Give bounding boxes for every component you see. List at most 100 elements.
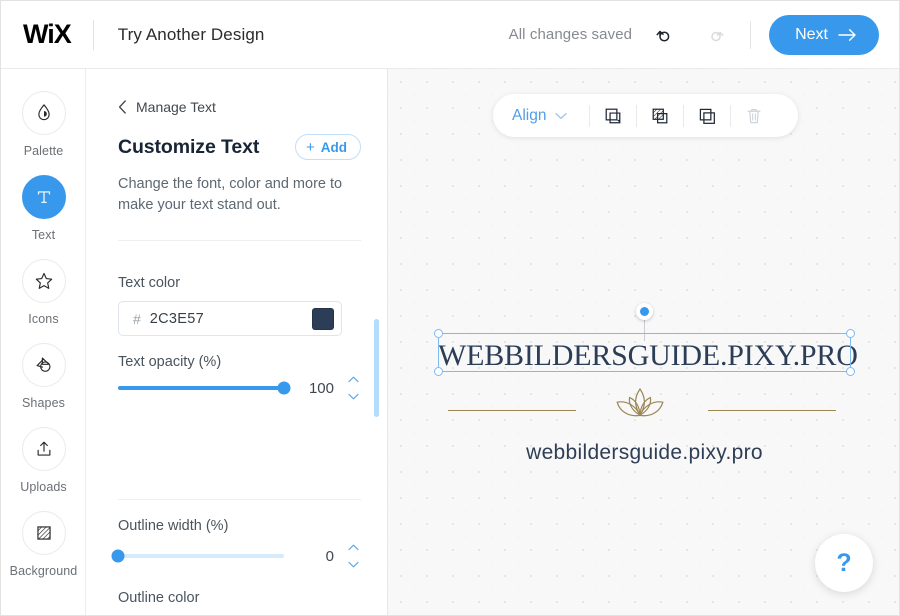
copy-layer-button[interactable] [684, 94, 730, 137]
hatch-square-icon [36, 526, 51, 540]
sidebar-label-palette: Palette [23, 144, 64, 158]
text-color-input[interactable]: # 2C3E57 [118, 301, 342, 336]
text-opacity-label: Text opacity (%) [118, 354, 222, 370]
text-opacity-fill [118, 386, 284, 390]
logo-canvas[interactable]: Align WEBBILDERSGUIDE.PIXY.PRO webbilder… [388, 69, 899, 615]
sidebar-label-uploads: Uploads [20, 480, 67, 494]
redo-button [698, 18, 732, 52]
delete-button[interactable] [731, 94, 777, 137]
sidebar-item-text[interactable]: Text [1, 175, 86, 249]
text-opacity-value: 100 [308, 379, 334, 397]
trash-icon [747, 108, 761, 123]
palette-circle [21, 91, 66, 135]
outline-color-label: Outline color [118, 590, 200, 606]
canvas-toolbar: Align [493, 94, 798, 137]
help-button[interactable]: ? [815, 534, 873, 592]
star-icon [35, 272, 52, 289]
customize-text-panel: Manage Text Customize Text + Add Change … [87, 69, 388, 615]
save-status: All changes saved [508, 26, 633, 43]
back-to-manage-text[interactable]: Manage Text [118, 99, 387, 115]
outline-width-value: 0 [325, 547, 334, 565]
panel-scrollbar[interactable] [374, 319, 379, 417]
logo-artwork: WEBBILDERSGUIDE.PIXY.PRO webbildersguide… [388, 69, 899, 615]
outline-width-knob[interactable] [111, 549, 125, 563]
sidebar-item-uploads[interactable]: Uploads [1, 427, 86, 501]
lotus-icon[interactable] [610, 386, 670, 434]
duplicate-button[interactable] [590, 94, 636, 137]
chevron-down-icon [347, 393, 359, 400]
mask-button[interactable] [637, 94, 683, 137]
next-button-label: Next [795, 25, 828, 43]
arrow-right-icon [838, 28, 856, 41]
sidebar-item-background[interactable]: Background [1, 511, 86, 585]
outline-width-slider-row: 0 [111, 544, 361, 568]
chevron-down-icon [555, 112, 568, 119]
undo-button[interactable] [648, 18, 682, 52]
outline-width-slider[interactable] [111, 549, 284, 563]
sidebar-item-shapes[interactable]: Shapes [1, 343, 86, 417]
background-circle [21, 511, 66, 555]
text-t-icon [37, 191, 50, 203]
divider-right [708, 410, 836, 412]
upload-icon [37, 441, 50, 456]
chevron-left-icon [118, 100, 126, 114]
panel-description: Change the font, color and more to make … [118, 176, 343, 213]
chevron-up-icon [347, 544, 359, 551]
header-divider [92, 19, 94, 50]
header-actions: All changes saved Next [508, 1, 899, 68]
sidebar-label-icons: Icons [28, 312, 59, 326]
text-opacity-slider-row: 100 [118, 376, 361, 400]
resize-handle-top-right[interactable] [846, 329, 855, 338]
text-color-value: 2C3E57 [149, 310, 204, 327]
add-button-label: Add [320, 139, 347, 155]
resize-handle-top-left[interactable] [434, 329, 443, 338]
text-opacity-knob[interactable] [277, 381, 291, 395]
selection-box[interactable] [434, 329, 855, 376]
text-color-label: Text color [118, 275, 181, 291]
back-label: Manage Text [136, 99, 216, 115]
panel-divider-2 [118, 499, 361, 500]
outline-width-stepper[interactable] [346, 544, 360, 568]
header-separator [750, 20, 752, 49]
next-button[interactable]: Next [769, 14, 879, 55]
panel-title: Customize Text [118, 135, 260, 158]
text-color-hash: # [133, 310, 141, 327]
align-dropdown[interactable]: Align [512, 106, 568, 125]
outline-width-label: Outline width (%) [118, 518, 229, 534]
wix-logo[interactable]: WiX [23, 19, 72, 50]
copy-layer-icon [699, 108, 715, 124]
icons-circle [21, 259, 66, 303]
crop-mask-icon [652, 108, 668, 123]
undo-icon [656, 30, 670, 42]
shapes-icon [36, 357, 51, 372]
resize-handle-bottom-left[interactable] [434, 367, 443, 376]
left-rail: Palette Text Icons Shapes Uploads Backgr… [1, 69, 86, 615]
uploads-circle [21, 427, 66, 471]
sidebar-label-shapes: Shapes [22, 396, 65, 410]
logo-subtitle-text[interactable]: webbildersguide.pixy.pro [438, 441, 851, 465]
droplet-icon [37, 104, 50, 121]
divider-left [448, 410, 576, 412]
text-color-swatch[interactable] [312, 307, 334, 330]
sidebar-item-palette[interactable]: Palette [1, 91, 86, 165]
chevron-up-icon [347, 376, 359, 383]
chevron-down-icon [347, 561, 359, 568]
duplicate-icon [605, 108, 621, 123]
sidebar-label-background: Background [9, 564, 78, 578]
panel-title-row: Customize Text + Add [118, 134, 361, 160]
page-title: Try Another Design [117, 24, 265, 44]
plus-icon: + [305, 138, 315, 156]
add-text-button[interactable]: + Add [294, 134, 361, 160]
redo-icon [711, 31, 724, 41]
panel-divider-1 [118, 240, 361, 241]
align-label: Align [512, 106, 547, 124]
sidebar-item-icons[interactable]: Icons [1, 259, 86, 333]
app-header: WiX Try Another Design All changes saved… [1, 1, 899, 69]
text-opacity-slider[interactable] [118, 381, 291, 395]
text-circle [21, 175, 66, 219]
resize-handle-bottom-right[interactable] [846, 367, 855, 376]
wix-logo-maker-app: WiX Try Another Design All changes saved… [0, 0, 900, 616]
text-opacity-stepper[interactable] [346, 376, 360, 400]
shapes-circle [21, 343, 66, 387]
rotate-handle[interactable] [636, 303, 653, 320]
